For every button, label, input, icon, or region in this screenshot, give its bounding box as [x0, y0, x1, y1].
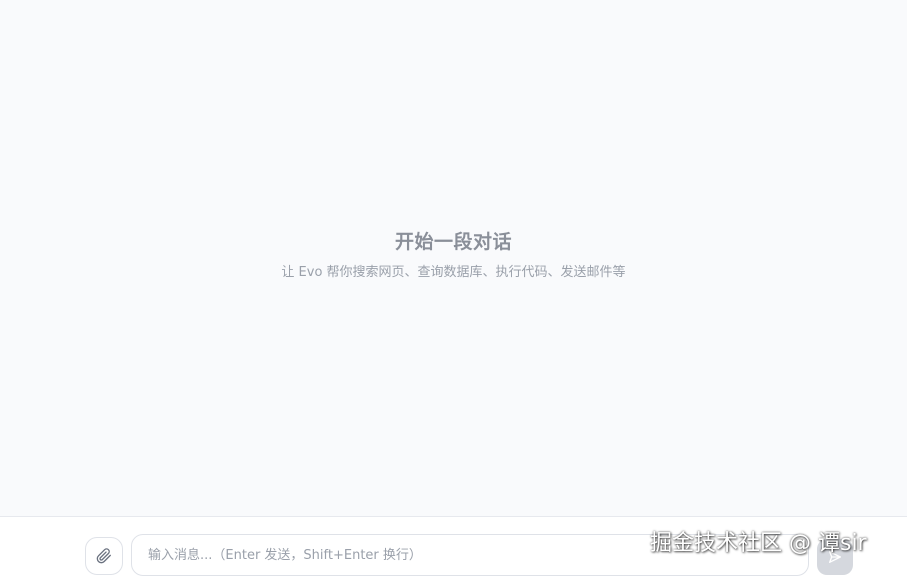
attach-button[interactable] [85, 537, 123, 575]
empty-state-subtitle: 让 Evo 帮你搜索网页、查询数据库、执行代码、发送邮件等 [281, 265, 626, 280]
send-icon [829, 551, 841, 563]
message-input[interactable] [131, 534, 809, 576]
message-composer [0, 516, 907, 576]
empty-state-title: 开始一段对话 [394, 231, 512, 253]
chat-app: 开始一段对话 让 Evo 帮你搜索网页、查询数据库、执行代码、发送邮件等 掘金技… [0, 0, 907, 576]
empty-state: 开始一段对话 让 Evo 帮你搜索网页、查询数据库、执行代码、发送邮件等 [0, 228, 907, 282]
send-button[interactable] [817, 539, 853, 575]
paperclip-icon [96, 548, 111, 564]
